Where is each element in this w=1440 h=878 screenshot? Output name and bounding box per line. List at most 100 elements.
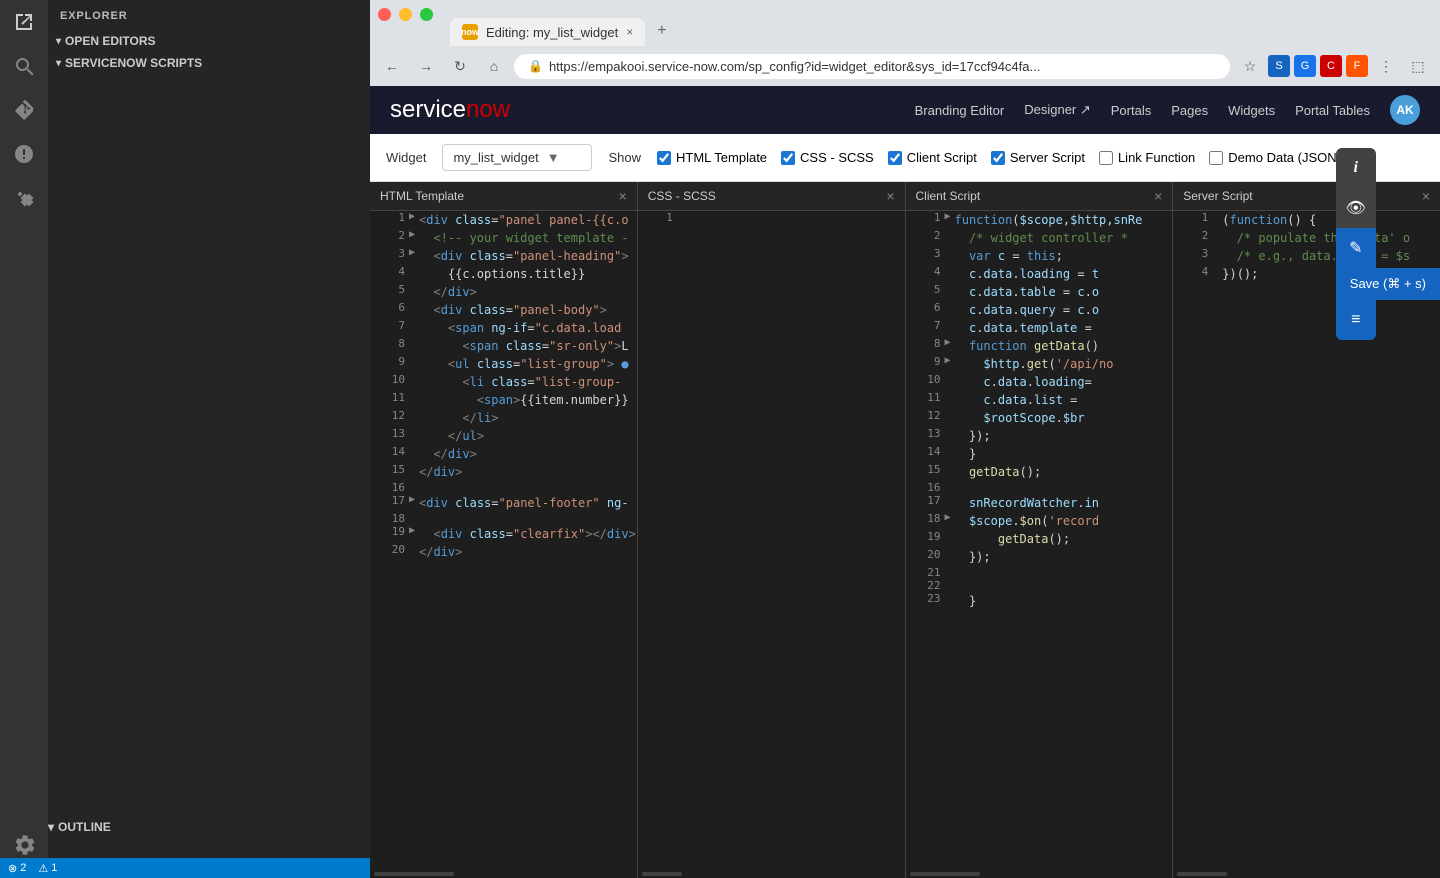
client-scrollbar[interactable] [906,870,1173,878]
back-btn[interactable]: ← [378,52,406,80]
nav-widgets[interactable]: Widgets [1228,103,1275,118]
save-btn[interactable]: Save (⌘ + s) [1336,268,1440,300]
css-checkbox[interactable]: CSS - SCSS [781,150,874,165]
client-checkbox-input[interactable] [888,151,902,165]
warnings-status[interactable]: ⚠ 1 [38,862,57,875]
show-label: Show [608,150,641,165]
settings-btn[interactable]: ⋮ [1372,52,1400,80]
editors-area: HTML Template × 1▶<div class="panel pane… [370,182,1440,878]
code-line: 2 /* widget controller * [906,229,1173,247]
code-line: 15</div> [370,463,637,481]
gear-icon[interactable] [10,830,38,858]
widget-select[interactable]: my_list_widget ▼ [442,144,592,171]
ext-btn1[interactable]: S [1268,55,1290,77]
bookmark-btn[interactable]: ☆ [1236,52,1264,80]
css-label: CSS - SCSS [800,150,874,165]
client-checkbox[interactable]: Client Script [888,150,977,165]
errors-status[interactable]: ⊗ 2 [8,862,26,875]
tab-bar: now Editing: my_list_widget × + [370,8,1440,46]
error-count: 2 [20,862,26,874]
client-editor-body[interactable]: 1▶function($scope,$http,snRe 2 /* widget… [906,211,1173,870]
html-editor-body[interactable]: 1▶<div class="panel panel-{{c.o 2▶ <!-- … [370,211,637,870]
code-line: 3 var c = this; [906,247,1173,265]
code-line: 13 }); [906,427,1173,445]
html-editor-title: HTML Template [380,189,464,203]
client-code-table: 1▶function($scope,$http,snRe 2 /* widget… [906,211,1173,610]
forward-btn[interactable]: → [412,52,440,80]
html-checkbox-input[interactable] [657,151,671,165]
html-label: HTML Template [676,150,767,165]
code-line: 13 </ul> [370,427,637,445]
server-checkbox[interactable]: Server Script [991,150,1085,165]
client-editor-close[interactable]: × [1154,188,1162,204]
extensions-icon[interactable] [10,184,38,212]
server-scrollbar[interactable] [1173,870,1440,878]
ext-btn4[interactable]: F [1346,55,1368,77]
css-checkbox-input[interactable] [781,151,795,165]
git-icon[interactable] [10,96,38,124]
demo-checkbox[interactable]: Demo Data (JSON) [1209,150,1341,165]
code-line: 14 } [906,445,1173,463]
nav-portal-tables[interactable]: Portal Tables [1295,103,1370,118]
address-bar-row: ← → ↻ ⌂ 🔒 https://empakooi.service-now.c… [370,46,1440,86]
nav-portals[interactable]: Portals [1111,103,1151,118]
code-line: 4 c.data.loading = t [906,265,1173,283]
dropdown-arrow-icon: ▼ [547,150,560,165]
window-controls [378,8,433,21]
css-scrollbar[interactable] [638,870,905,878]
url-text: https://empakooi.service-now.com/sp_conf… [549,59,1040,74]
link-checkbox-input[interactable] [1099,151,1113,165]
open-editors-header[interactable]: ▾ OPEN EDITORS [48,30,370,52]
sn-scripts-label: SERVICENOW SCRIPTS [65,56,202,70]
code-line: 10 c.data.loading= [906,373,1173,391]
debug-icon[interactable] [10,140,38,168]
html-scrollbar-thumb [374,872,454,876]
server-checkbox-input[interactable] [991,151,1005,165]
code-line: 8▶ function getData() [906,337,1173,355]
close-window-btn[interactable] [378,8,391,21]
html-code-table: 1▶<div class="panel panel-{{c.o 2▶ <!-- … [370,211,637,561]
demo-checkbox-input[interactable] [1209,151,1223,165]
css-editor-body[interactable]: 1 [638,211,905,870]
user-avatar[interactable]: AK [1390,95,1420,125]
html-editor-close[interactable]: × [619,188,627,204]
refresh-btn[interactable]: ↻ [446,52,474,80]
widget-toolbar: Widget my_list_widget ▼ Show HTML Templa… [370,134,1440,182]
sn-scripts-header[interactable]: ▾ SERVICENOW SCRIPTS [48,52,370,74]
maximize-window-btn[interactable] [420,8,433,21]
ext-btn2[interactable]: G [1294,55,1316,77]
code-line: 12 </li> [370,409,637,427]
tab-close-btn[interactable]: × [626,25,633,39]
code-line: 21 [906,566,1173,579]
menu-icon: ≡ [1351,311,1360,329]
cast-btn[interactable]: ⬚ [1404,52,1432,80]
info-btn[interactable]: i [1336,148,1376,188]
home-btn[interactable]: ⌂ [480,52,508,80]
explorer-icon[interactable] [10,8,38,36]
outline-header[interactable]: ▾ OUTLINE [48,820,370,834]
sn-nav: Branding Editor Designer ↗ Portals Pages… [915,95,1420,125]
html-editor-pane: HTML Template × 1▶<div class="panel pane… [370,182,638,878]
html-checkbox[interactable]: HTML Template [657,150,767,165]
warning-icon: ⚠ [38,862,48,875]
minimize-window-btn[interactable] [399,8,412,21]
code-line: 11 c.data.list = [906,391,1173,409]
edit-active-btn[interactable]: ✎ [1336,228,1376,268]
info-icon: i [1354,159,1358,177]
link-checkbox[interactable]: Link Function [1099,150,1195,165]
browser-tab[interactable]: now Editing: my_list_widget × [450,18,645,46]
nav-branding-editor[interactable]: Branding Editor [915,103,1005,118]
address-bar[interactable]: 🔒 https://empakooi.service-now.com/sp_co… [514,54,1230,79]
preview-btn[interactable]: 👁 [1336,188,1376,228]
eye-icon: 👁 [1346,198,1366,218]
search-icon[interactable] [10,52,38,80]
ext-btn3[interactable]: C [1320,55,1342,77]
html-scrollbar[interactable] [370,870,637,878]
chevron-icon2: ▾ [56,58,61,69]
nav-designer[interactable]: Designer ↗ [1024,102,1091,118]
menu-btn[interactable]: ≡ [1336,300,1376,340]
css-editor-close[interactable]: × [886,188,894,204]
server-scrollbar-thumb [1177,872,1227,876]
new-tab-btn[interactable]: + [647,16,676,46]
nav-pages[interactable]: Pages [1171,103,1208,118]
